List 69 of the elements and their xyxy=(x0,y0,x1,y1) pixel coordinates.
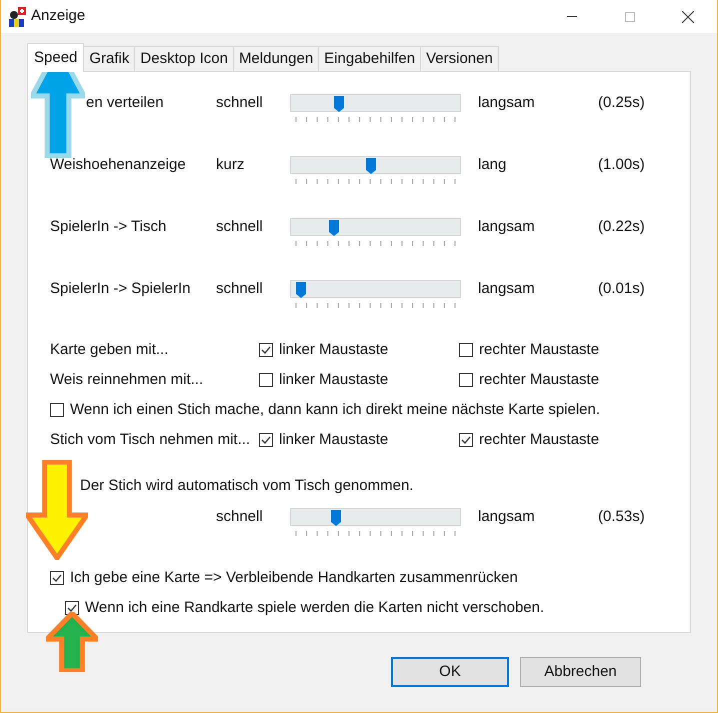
min-label: schnell xyxy=(216,218,264,236)
checkbox[interactable] xyxy=(50,571,64,585)
up-arrow xyxy=(46,612,98,672)
value-label: (0.01s) xyxy=(598,280,645,298)
value-label: (0.22s) xyxy=(598,218,645,236)
value-label: (0.25s) xyxy=(598,94,645,112)
checkbox[interactable] xyxy=(459,343,473,357)
app-icon xyxy=(6,6,26,26)
checkbox-label: rechter Maustaste xyxy=(479,370,600,390)
checkbox-label: linker Maustaste xyxy=(279,430,388,450)
slider-track[interactable] xyxy=(290,156,461,174)
maximize-icon xyxy=(625,12,635,22)
max-label: langsam xyxy=(478,280,536,298)
tab[interactable]: Eingabehilfen xyxy=(319,46,422,71)
check-icon xyxy=(261,345,271,355)
checkbox[interactable] xyxy=(259,433,273,447)
checkbox[interactable] xyxy=(459,433,473,447)
setting-label: Karte geben mit... xyxy=(50,340,170,360)
setting-label: SpielerIn -> SpielerIn xyxy=(50,280,190,297)
min-label: schnell xyxy=(216,280,264,298)
checkbox-label: Ich gebe eine Karte => Verbleibende Handkarten zusammenrücken xyxy=(70,568,518,588)
tab[interactable]: Versionen xyxy=(421,46,499,71)
checkbox[interactable] xyxy=(259,373,273,387)
max-label: lang xyxy=(478,156,508,174)
slider-track[interactable] xyxy=(290,280,461,298)
checkbox-label: rechter Maustaste xyxy=(479,340,600,360)
check-icon xyxy=(461,435,471,445)
checkbox-label: linker Maustaste xyxy=(279,370,388,390)
close-icon xyxy=(682,10,694,22)
min-label: schnell xyxy=(216,94,264,112)
value-label: (0.53s) xyxy=(598,508,645,526)
check-icon xyxy=(261,435,271,445)
setting-label: Weis reinnehmen mit... xyxy=(50,370,204,390)
max-label: langsam xyxy=(478,508,536,526)
checkbox-label: rechter Maustaste xyxy=(479,430,600,450)
checkbox[interactable] xyxy=(459,373,473,387)
checkbox-label: Wenn ich einen Stich mache, dann kann ich direkt meine nächste Karte spielen. xyxy=(70,400,600,420)
checkbox-label: Wenn ich eine Randkarte spiele werden die Karten nicht verschoben. xyxy=(85,598,544,618)
check-icon xyxy=(67,603,77,613)
checkbox-label: linker Maustaste xyxy=(279,340,388,360)
slider-thumb[interactable] xyxy=(366,158,376,174)
slider-thumb[interactable] xyxy=(334,96,344,112)
tab[interactable]: Desktop Icon xyxy=(135,46,234,71)
slider-thumb[interactable] xyxy=(330,510,341,526)
dialog-button[interactable]: Abbrechen xyxy=(520,657,641,687)
slider-track[interactable] xyxy=(290,218,461,236)
slider-thumb[interactable] xyxy=(296,282,306,298)
checkbox[interactable] xyxy=(259,343,273,357)
tab[interactable]: Grafik xyxy=(84,46,136,71)
setting-label: SpielerIn -> Tisch xyxy=(50,218,166,235)
setting-label: Stich vom Tisch nehmen mit... xyxy=(50,430,252,450)
max-label: langsam xyxy=(478,94,536,112)
minimize-icon xyxy=(567,16,577,17)
tab[interactable]: Speed xyxy=(27,43,84,72)
dialog-button[interactable]: OK xyxy=(391,657,509,687)
max-label: langsam xyxy=(478,218,536,236)
setting-label: en verteilen xyxy=(86,94,164,111)
min-label: schnell xyxy=(216,508,264,526)
window-title: Anzeige xyxy=(31,6,86,26)
slider-thumb[interactable] xyxy=(329,220,340,236)
note-text: Der Stich wird automatisch vom Tisch genommen. xyxy=(80,476,414,496)
slider-track[interactable] xyxy=(290,94,461,112)
setting-label: Weishoehenanzeige xyxy=(50,156,186,173)
value-label: (1.00s) xyxy=(598,156,645,174)
tab[interactable]: Meldungen xyxy=(234,46,320,71)
checkbox[interactable] xyxy=(50,403,64,417)
slider-track[interactable] xyxy=(290,508,461,526)
check-icon xyxy=(52,573,62,583)
min-label: kurz xyxy=(216,156,246,174)
